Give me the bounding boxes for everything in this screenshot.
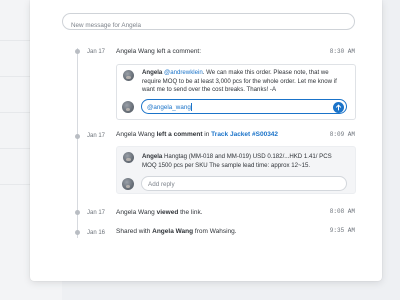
entry-time: 9:35 AM: [329, 227, 355, 234]
comment-author-avatar: [123, 70, 134, 81]
comment-body: Angela @andrewklein. We can make this or…: [142, 69, 347, 95]
reply-input[interactable]: @angela_wang: [141, 99, 347, 114]
send-button[interactable]: [333, 101, 344, 113]
new-message-field[interactable]: [62, 13, 355, 33]
comment-text: Hangtag (MM-018 and MM-019) USD 0.182/..…: [142, 153, 332, 169]
comment-body: Angela Hangtag (MM-018 and MM-019) USD 0…: [142, 153, 347, 170]
reply-input[interactable]: Add reply: [141, 176, 347, 191]
reply-value: @angela_wang: [147, 103, 191, 111]
actor-name: Angela Wang: [152, 228, 194, 235]
actor-name: Angela Wang: [116, 131, 155, 138]
panel-surface: [30, 0, 382, 281]
comment-author-avatar: [123, 152, 134, 163]
actor-name: Angela Wang: [116, 48, 155, 55]
reply-placeholder: Add reply: [148, 180, 175, 188]
entry-time: 8:08 AM: [329, 208, 355, 215]
action-text: viewed: [156, 209, 179, 216]
entry-title: Angela Wang viewed the link.: [116, 209, 203, 216]
entry-date: Jan 17: [87, 49, 106, 55]
entry-time: 8:09 AM: [329, 131, 355, 138]
arrow-up-icon: [335, 103, 342, 110]
entry-date: Jan 17: [87, 210, 106, 216]
reply-avatar: [122, 178, 134, 190]
entry-time: 8:30 AM: [329, 48, 355, 55]
entry-title: Angela Wang left a comment in Track Jack…: [116, 131, 278, 138]
text-caret: [191, 103, 192, 111]
mention-link[interactable]: @andrewklein: [164, 69, 203, 76]
action-text: left a comment: [156, 131, 203, 138]
new-message-input[interactable]: [63, 18, 354, 33]
link-prefix: in: [204, 131, 210, 138]
actor-name: Angela Wang: [116, 209, 155, 216]
track-jacket-link[interactable]: Track Jacket #S00342: [211, 131, 278, 138]
reply-avatar: [122, 101, 134, 113]
action-tail: the link.: [180, 209, 203, 216]
timeline-dot: [75, 230, 80, 235]
entry-title: Angela Wang left a comment:: [116, 48, 201, 55]
suffix-text: from Wahsing.: [194, 228, 237, 235]
entry-date: Jan 16: [87, 230, 106, 236]
action-text: left a comment:: [156, 48, 202, 55]
prefix-text: Shared with: [116, 228, 151, 235]
entry-title: Shared with Angela Wang from Wahsing.: [116, 228, 237, 235]
timeline-dot: [75, 49, 80, 54]
comment-author: Angela: [142, 69, 163, 76]
timeline-dot: [75, 134, 80, 139]
entry-date: Jan 17: [87, 133, 106, 139]
comment-author: Angela: [142, 153, 163, 160]
timeline-dot: [75, 210, 80, 215]
